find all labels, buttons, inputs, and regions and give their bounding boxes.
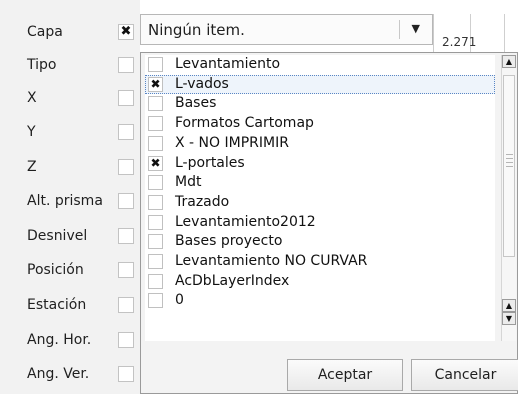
list-item[interactable]: Mdt bbox=[145, 173, 495, 192]
scroll-up-icon[interactable]: ▲ bbox=[502, 55, 516, 68]
property-row: Estación bbox=[0, 291, 140, 321]
layer-name: Formatos Cartomap bbox=[175, 115, 314, 132]
property-checkbox[interactable] bbox=[118, 297, 134, 313]
list-item[interactable]: Formatos Cartomap bbox=[145, 114, 495, 133]
layer-checkbox[interactable] bbox=[148, 194, 163, 210]
layer-checkbox[interactable] bbox=[148, 273, 163, 289]
layer-name: AcDbLayerIndex bbox=[175, 272, 290, 289]
list-item[interactable]: Trazado bbox=[145, 193, 495, 212]
property-row: Posición bbox=[0, 256, 140, 286]
layer-combo-box[interactable]: Ningún item. ▼ bbox=[140, 14, 433, 45]
property-label: Capa bbox=[27, 24, 63, 40]
property-checkbox[interactable] bbox=[118, 193, 134, 209]
list-item[interactable]: 0 bbox=[145, 291, 495, 310]
accept-button[interactable]: Aceptar bbox=[287, 359, 403, 391]
property-row: Desnivel bbox=[0, 222, 140, 252]
layer-selection-popup: Levantamiento ✖ L-vados Bases Formatos Carto… bbox=[140, 52, 518, 394]
property-checkbox[interactable] bbox=[118, 366, 134, 382]
layer-checkbox[interactable] bbox=[148, 234, 163, 250]
layer-checkbox[interactable] bbox=[148, 214, 163, 230]
layer-list[interactable]: Levantamiento ✖ L-vados Bases Formatos Carto… bbox=[145, 55, 495, 341]
layer-checkbox[interactable] bbox=[148, 116, 163, 132]
list-item[interactable]: Levantamiento bbox=[145, 55, 495, 74]
layer-checkbox[interactable] bbox=[148, 254, 163, 269]
property-row: Ang. Hor. bbox=[0, 326, 140, 356]
property-label: Alt. prisma bbox=[27, 193, 103, 209]
property-label: X bbox=[27, 90, 37, 106]
layer-checkbox[interactable] bbox=[148, 96, 163, 112]
layer-name: Levantamiento NO CURVAR bbox=[175, 253, 368, 269]
list-item[interactable]: Levantamiento NO CURVAR bbox=[145, 252, 495, 271]
table-cell-value: 2.271 bbox=[442, 35, 477, 49]
property-label: Desnivel bbox=[27, 228, 88, 244]
property-row: Capa ✖ bbox=[0, 18, 140, 48]
chevron-down-icon[interactable]: ▼ bbox=[412, 22, 420, 35]
layer-checkbox[interactable] bbox=[148, 57, 163, 72]
layer-name: Trazado bbox=[175, 193, 230, 210]
layer-name: 0 bbox=[175, 292, 184, 309]
layer-name: Bases bbox=[175, 95, 217, 112]
property-row: Alt. prisma bbox=[0, 187, 140, 217]
combo-value: Ningún item. bbox=[148, 21, 245, 39]
property-checkbox[interactable] bbox=[118, 262, 134, 278]
layer-checkbox[interactable] bbox=[148, 293, 163, 309]
layer-checkbox[interactable] bbox=[148, 135, 163, 151]
list-item[interactable]: AcDbLayerIndex bbox=[145, 272, 495, 291]
property-label: Posición bbox=[27, 262, 84, 278]
property-label: Y bbox=[27, 124, 36, 140]
property-label: Estación bbox=[27, 297, 87, 313]
property-row: Ang. Ver. bbox=[0, 360, 140, 390]
property-row: X bbox=[0, 84, 140, 114]
list-item[interactable]: Bases bbox=[145, 94, 495, 113]
combo-separator bbox=[399, 20, 400, 39]
properties-panel: Capa ✖ Tipo X Y Z Alt. prisma Desnivel Posición E… bbox=[0, 0, 140, 394]
layer-name: L-vados bbox=[175, 75, 229, 92]
list-item[interactable]: Levantamiento2012 bbox=[145, 213, 495, 232]
property-checkbox[interactable] bbox=[118, 57, 134, 73]
property-label: Z bbox=[27, 159, 37, 175]
property-checkbox[interactable]: ✖ bbox=[118, 24, 134, 40]
scroll-down-icon[interactable]: ▼ bbox=[502, 312, 516, 325]
layer-name: Levantamiento bbox=[175, 56, 281, 72]
layer-name: X - NO IMPRIMIR bbox=[175, 134, 289, 151]
cancel-button[interactable]: Cancelar bbox=[411, 359, 518, 391]
layer-name: Bases proyecto bbox=[175, 233, 283, 250]
layer-name: Levantamiento2012 bbox=[175, 213, 316, 230]
scrollbar-thumb[interactable] bbox=[503, 75, 515, 257]
scrollbar[interactable]: ▲ ▲ ▼ bbox=[501, 55, 516, 341]
scroll-up-icon[interactable]: ▲ bbox=[502, 299, 516, 312]
list-item[interactable]: X - NO IMPRIMIR bbox=[145, 134, 495, 153]
property-checkbox[interactable] bbox=[118, 90, 134, 106]
property-checkbox[interactable] bbox=[118, 124, 134, 140]
property-row: Tipo bbox=[0, 51, 140, 81]
layer-name: Mdt bbox=[175, 174, 202, 191]
list-item[interactable]: Bases proyecto bbox=[145, 232, 495, 251]
property-label: Ang. Hor. bbox=[27, 332, 92, 348]
property-row: Y bbox=[0, 118, 140, 148]
property-row: Z bbox=[0, 153, 140, 183]
layer-name: L-portales bbox=[175, 154, 245, 171]
list-item[interactable]: ✖ L-vados bbox=[145, 74, 495, 94]
list-item[interactable]: ✖ L-portales bbox=[145, 154, 495, 173]
property-checkbox[interactable] bbox=[118, 159, 134, 175]
property-checkbox[interactable] bbox=[118, 228, 134, 244]
property-label: Tipo bbox=[27, 57, 57, 73]
layer-checkbox[interactable] bbox=[148, 175, 163, 191]
layer-checkbox[interactable]: ✖ bbox=[148, 155, 163, 171]
layer-checkbox[interactable]: ✖ bbox=[148, 76, 163, 92]
popup-footer: Aceptar Cancelar bbox=[141, 347, 518, 393]
property-label: Ang. Ver. bbox=[27, 366, 90, 382]
grip-icon bbox=[506, 154, 513, 172]
property-checkbox[interactable] bbox=[118, 332, 134, 348]
